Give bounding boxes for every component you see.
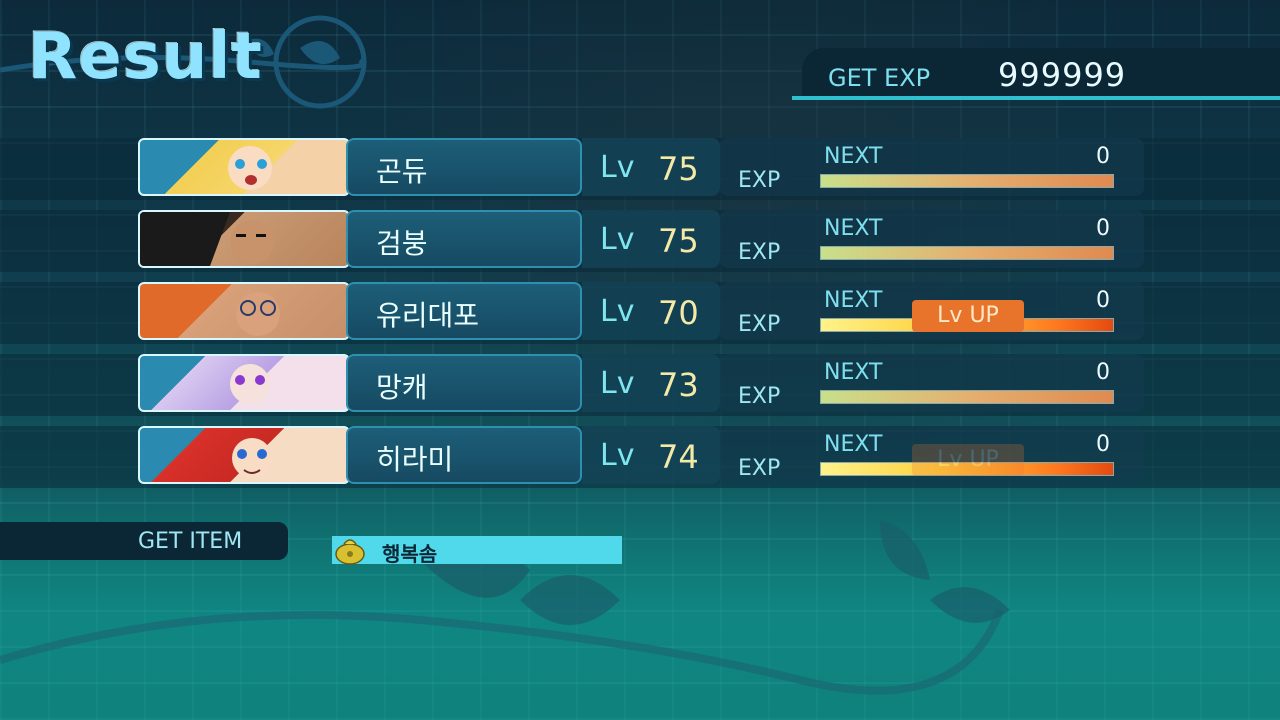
level-value: 75 xyxy=(658,222,699,260)
level-box: Lv 75 xyxy=(582,210,720,268)
exp-bar-fill xyxy=(821,175,1113,187)
exp-bar xyxy=(820,246,1114,260)
level-box: Lv 75 xyxy=(582,138,720,196)
item-row xyxy=(332,536,622,564)
level-label: Lv xyxy=(600,150,635,185)
red-haired-girl-portrait xyxy=(138,426,350,484)
exp-bar-fill xyxy=(821,247,1113,259)
money-bag-icon xyxy=(332,535,368,565)
exp-bar xyxy=(820,174,1114,188)
name-box: 곤듀 xyxy=(346,138,582,196)
exp-block: EXP NEXT 0 Lv UP xyxy=(720,426,1144,484)
exp-bar-fill xyxy=(821,391,1113,403)
character-name: 유리대포 xyxy=(376,299,480,332)
exp-block: EXP NEXT 0 Lv UP xyxy=(720,282,1144,340)
level-value: 74 xyxy=(658,438,699,476)
level-up-badge: Lv UP xyxy=(912,300,1024,332)
purple-haired-girl-portrait xyxy=(138,354,350,412)
character-name: 히라미 xyxy=(376,443,454,476)
next-value: 0 xyxy=(1096,288,1110,313)
exp-label: EXP xyxy=(738,312,781,337)
glasses-man-portrait xyxy=(138,282,350,340)
next-value: 0 xyxy=(1096,432,1110,457)
next-label: NEXT xyxy=(824,288,883,313)
character-name: 망캐 xyxy=(376,371,428,404)
exp-bar xyxy=(820,390,1114,404)
level-up-badge: Lv UP xyxy=(912,444,1024,476)
get-exp-label: GET EXP xyxy=(828,64,931,92)
name-box: 망캐 xyxy=(346,354,582,412)
name-box: 검붕 xyxy=(346,210,582,268)
next-label: NEXT xyxy=(824,144,883,169)
level-value: 73 xyxy=(658,366,699,404)
exp-block: EXP NEXT 0 xyxy=(720,210,1144,268)
get-item-label: GET ITEM xyxy=(138,529,243,554)
exp-block: EXP NEXT 0 xyxy=(720,138,1144,196)
item-name: 행복솜 xyxy=(382,542,438,566)
next-value: 0 xyxy=(1096,360,1110,385)
exp-block: EXP NEXT 0 xyxy=(720,354,1144,412)
exp-label: EXP xyxy=(738,384,781,409)
level-box: Lv 73 xyxy=(582,354,720,412)
next-value: 0 xyxy=(1096,216,1110,241)
level-value: 75 xyxy=(658,150,699,188)
party-member-row: 곤듀 Lv 75 EXP NEXT 0 xyxy=(0,136,1280,202)
level-box: Lv 74 xyxy=(582,426,720,484)
next-label: NEXT xyxy=(824,360,883,385)
level-box: Lv 70 xyxy=(582,282,720,340)
exp-label: EXP xyxy=(738,240,781,265)
next-label: NEXT xyxy=(824,216,883,241)
exp-label: EXP xyxy=(738,456,781,481)
level-label: Lv xyxy=(600,366,635,401)
level-label: Lv xyxy=(600,438,635,473)
get-exp-value: 999999 xyxy=(998,56,1127,94)
get-exp-underline xyxy=(792,96,1280,100)
screen-title: Result xyxy=(28,20,263,94)
character-name: 곤듀 xyxy=(376,155,428,188)
exp-label: EXP xyxy=(738,168,781,193)
party-member-row: 망캐 Lv 73 EXP NEXT 0 xyxy=(0,352,1280,418)
level-label: Lv xyxy=(600,294,635,329)
next-value: 0 xyxy=(1096,144,1110,169)
name-box: 유리대포 xyxy=(346,282,582,340)
party-member-row: 검붕 Lv 75 EXP NEXT 0 xyxy=(0,208,1280,274)
dark-haired-man-portrait xyxy=(138,210,350,268)
party-member-row: 유리대포 Lv 70 EXP NEXT 0 Lv UP xyxy=(0,280,1280,346)
name-box: 히라미 xyxy=(346,426,582,484)
level-value: 70 xyxy=(658,294,699,332)
party-member-row: 히라미 Lv 74 EXP NEXT 0 Lv UP xyxy=(0,424,1280,490)
character-name: 검붕 xyxy=(376,227,428,260)
next-label: NEXT xyxy=(824,432,883,457)
level-label: Lv xyxy=(600,222,635,257)
blonde-girl-portrait xyxy=(138,138,350,196)
